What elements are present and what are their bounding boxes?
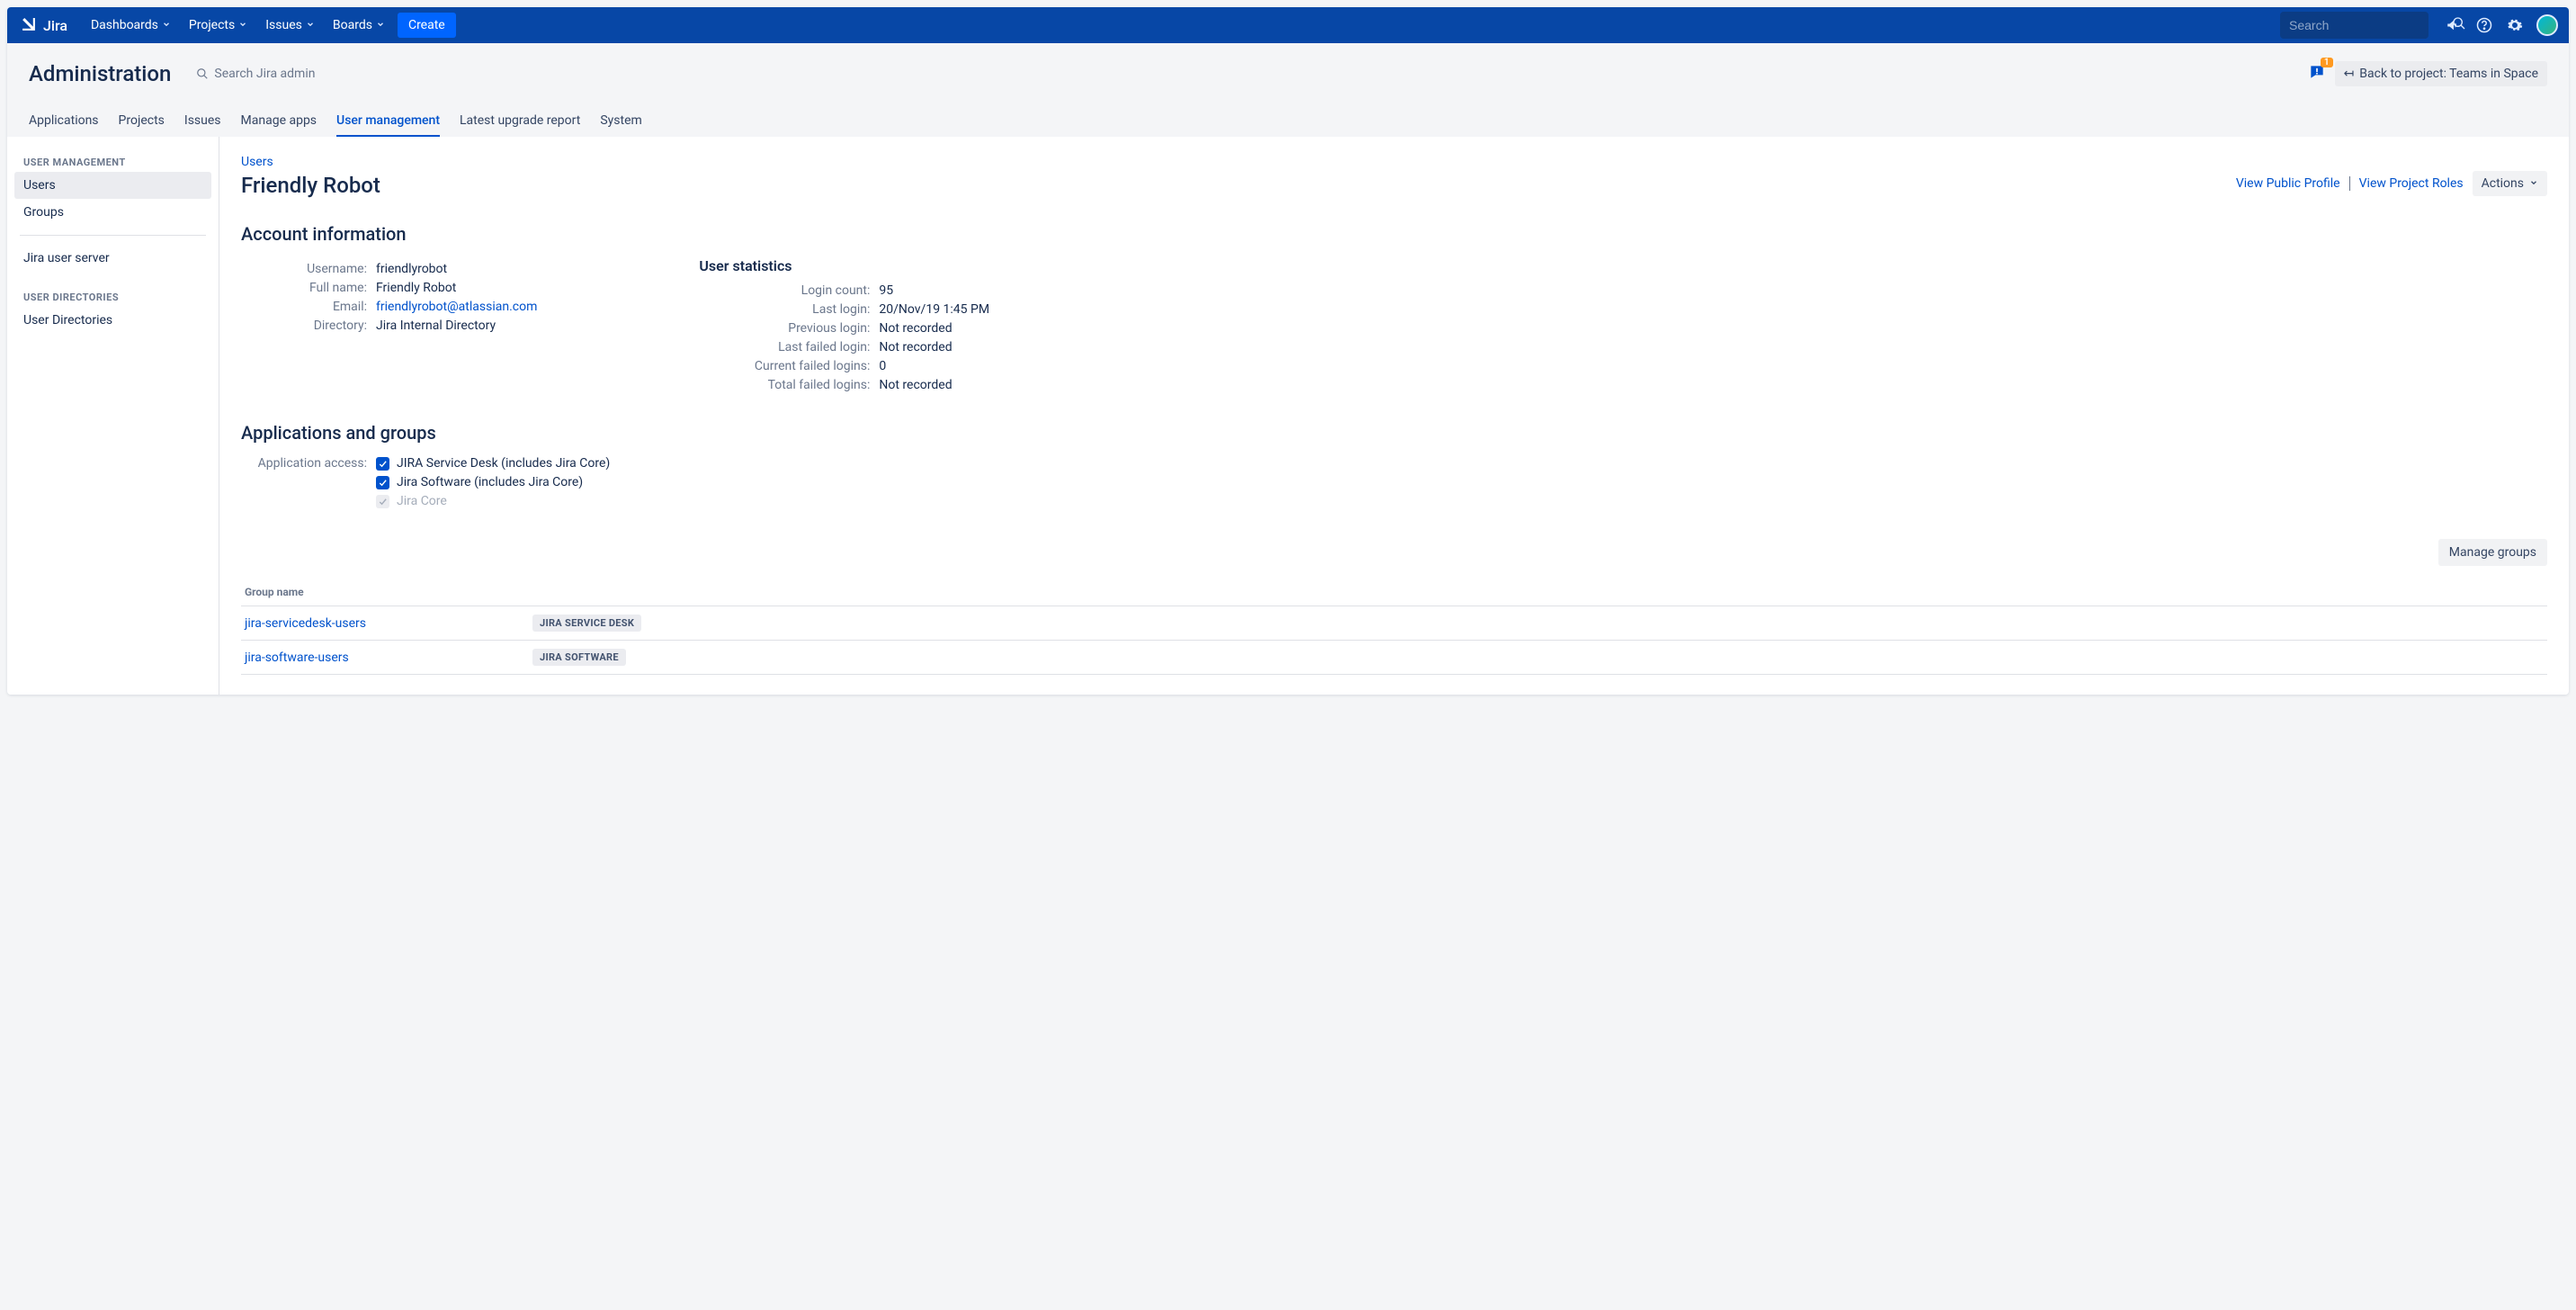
actions-label: Actions — [2482, 176, 2524, 191]
search-icon — [196, 67, 209, 80]
admin-tab-issues[interactable]: Issues — [184, 106, 221, 137]
chevron-down-icon — [162, 18, 171, 32]
field-label: Email: — [241, 300, 367, 314]
page-title: Friendly Robot — [241, 173, 380, 198]
stat-label: Login count: — [699, 283, 870, 298]
chevron-down-icon — [238, 18, 247, 32]
admin-title: Administration — [29, 61, 171, 86]
admin-search-placeholder: Search Jira admin — [214, 67, 315, 81]
app-access-label: Application access: — [241, 456, 367, 508]
group-badge: JIRA SERVICE DESK — [532, 615, 641, 632]
user-stats-heading: User statistics — [699, 257, 989, 274]
admin-tab-system[interactable]: System — [600, 106, 641, 137]
help-icon[interactable] — [2475, 16, 2493, 34]
stat-value: Not recorded — [879, 321, 952, 336]
gear-icon[interactable] — [2506, 16, 2524, 34]
admin-search[interactable]: Search Jira admin — [196, 67, 315, 81]
back-to-project-link[interactable]: ↤ Back to project: Teams in Space — [2335, 61, 2547, 86]
stat-label: Previous login: — [699, 321, 870, 336]
field-value: Friendly Robot — [376, 281, 456, 295]
group-table-header: Group name — [241, 579, 2547, 606]
nav-item-boards[interactable]: Boards — [326, 13, 392, 38]
group-badge: JIRA SOFTWARE — [532, 649, 626, 666]
stat-label: Current failed logins: — [699, 359, 870, 373]
field-value: friendlyrobot — [376, 262, 447, 276]
megaphone-icon[interactable] — [2445, 16, 2463, 34]
account-info-heading: Account information — [241, 223, 2547, 245]
chevron-down-icon — [376, 18, 385, 32]
view-public-profile-link[interactable]: View Public Profile — [2236, 176, 2340, 191]
admin-tab-projects[interactable]: Projects — [119, 106, 165, 137]
checkbox-icon — [376, 495, 389, 508]
sidebar-item-users[interactable]: Users — [14, 172, 211, 199]
stat-label: Last login: — [699, 302, 870, 317]
sidebar: USER MANAGEMENT UsersGroups Jira user se… — [7, 137, 219, 695]
app-access-checkbox: Jira Core — [376, 494, 610, 508]
global-search-input[interactable] — [2289, 18, 2452, 32]
actions-dropdown[interactable]: Actions — [2473, 171, 2547, 196]
stat-value: Not recorded — [879, 378, 952, 392]
feedback-icon[interactable]: 1 — [2308, 63, 2326, 85]
field-value: Jira Internal Directory — [376, 319, 496, 333]
sidebar-item-jira-user-server[interactable]: Jira user server — [14, 245, 211, 272]
jira-logo[interactable]: Jira — [18, 14, 67, 36]
app-access-checkbox[interactable]: Jira Software (includes Jira Core) — [376, 475, 610, 489]
field-label: Full name: — [241, 281, 367, 295]
create-button[interactable]: Create — [398, 13, 456, 38]
field-value[interactable]: friendlyrobot@atlassian.com — [376, 300, 537, 314]
app-access-checkbox[interactable]: JIRA Service Desk (includes Jira Core) — [376, 456, 610, 471]
main-content: Users Friendly Robot View Public Profile… — [219, 137, 2569, 695]
feedback-badge: 1 — [2321, 58, 2333, 67]
admin-tab-user-management[interactable]: User management — [336, 106, 440, 137]
breadcrumb-users[interactable]: Users — [241, 155, 2547, 169]
global-search[interactable] — [2280, 12, 2428, 39]
top-nav: Jira Dashboards Projects Issues Boards C… — [7, 7, 2569, 43]
logo-text: Jira — [43, 17, 67, 34]
admin-header: Administration Search Jira admin 1 ↤ Bac… — [7, 43, 2569, 137]
back-label: Back to project: Teams in Space — [2359, 67, 2538, 81]
admin-tab-manage-apps[interactable]: Manage apps — [241, 106, 318, 137]
group-name-link[interactable]: jira-software-users — [245, 651, 532, 665]
manage-groups-button[interactable]: Manage groups — [2438, 539, 2547, 566]
stat-value: 95 — [879, 283, 893, 298]
checkbox-icon — [376, 457, 389, 471]
view-project-roles-link[interactable]: View Project Roles — [2359, 176, 2464, 191]
checkbox-label: JIRA Service Desk (includes Jira Core) — [397, 456, 610, 471]
group-row: jira-servicedesk-usersJIRA SERVICE DESK — [241, 606, 2547, 641]
nav-item-projects[interactable]: Projects — [182, 13, 255, 38]
back-arrow-icon: ↤ — [2344, 67, 2355, 81]
nav-item-dashboards[interactable]: Dashboards — [84, 13, 178, 38]
user-avatar[interactable] — [2536, 14, 2558, 36]
checkbox-label: Jira Software (includes Jira Core) — [397, 475, 583, 489]
jira-icon — [18, 14, 40, 36]
checkbox-icon — [376, 476, 389, 489]
stat-label: Total failed logins: — [699, 378, 870, 392]
checkbox-label: Jira Core — [397, 494, 447, 508]
sidebar-item-groups[interactable]: Groups — [14, 199, 211, 226]
nav-item-issues[interactable]: Issues — [258, 13, 322, 38]
field-label: Directory: — [241, 319, 367, 333]
sidebar-section-directories: USER DIRECTORIES — [14, 284, 211, 307]
stat-value: 20/Nov/19 1:45 PM — [879, 302, 989, 317]
chevron-down-icon — [306, 18, 315, 32]
admin-tab-latest-upgrade-report[interactable]: Latest upgrade report — [460, 106, 580, 137]
stat-value: 0 — [879, 359, 886, 373]
chevron-down-icon — [2529, 176, 2538, 191]
group-row: jira-software-usersJIRA SOFTWARE — [241, 641, 2547, 675]
apps-groups-heading: Applications and groups — [241, 422, 2547, 444]
stat-value: Not recorded — [879, 340, 952, 354]
group-name-link[interactable]: jira-servicedesk-users — [245, 616, 532, 631]
admin-tab-applications[interactable]: Applications — [29, 106, 99, 137]
sidebar-section-user-mgmt: USER MANAGEMENT — [14, 149, 211, 172]
field-label: Username: — [241, 262, 367, 276]
sidebar-item-user-directories[interactable]: User Directories — [14, 307, 211, 334]
stat-label: Last failed login: — [699, 340, 870, 354]
